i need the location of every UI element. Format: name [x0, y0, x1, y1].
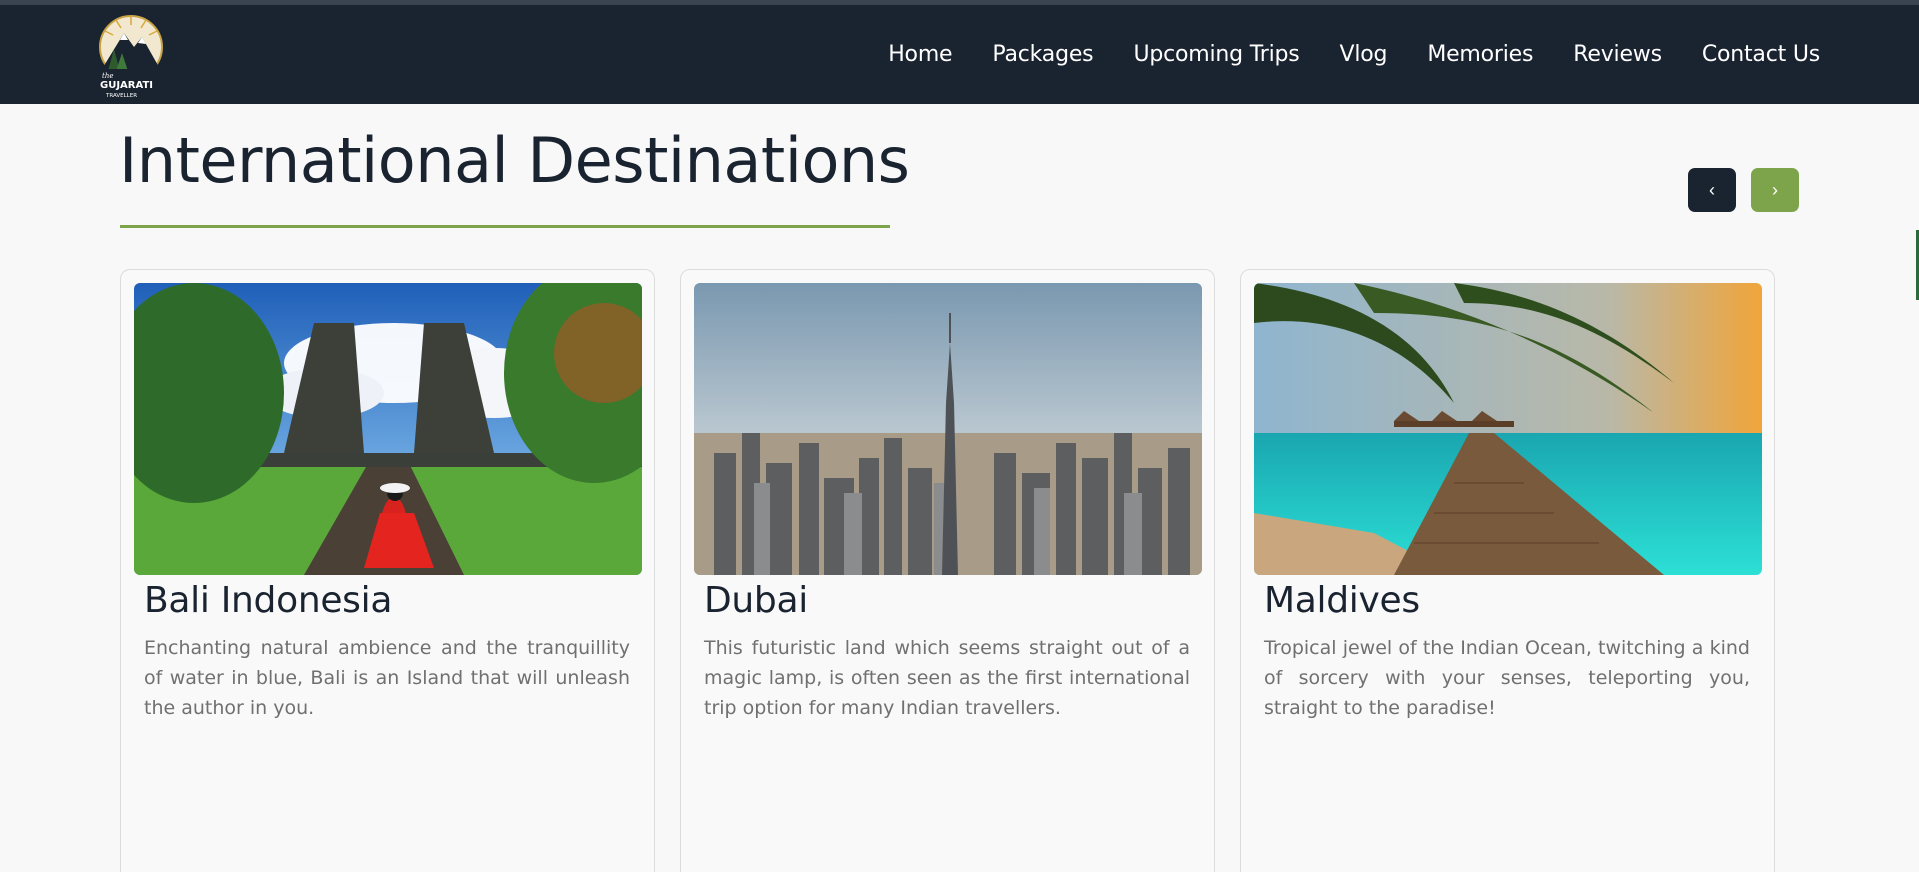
logo-word-gujarati: GUJARATI: [100, 80, 153, 91]
chevron-left-icon: ‹: [1709, 179, 1715, 200]
card-description: Enchanting natural ambience and the tran…: [144, 637, 630, 719]
destination-card-bali[interactable]: Bali Indonesia Enchanting natural ambien…: [120, 269, 655, 872]
dubai-image[interactable]: [694, 283, 1202, 575]
section-title: International Destinations: [119, 124, 910, 197]
chevron-right-icon: ›: [1772, 179, 1778, 200]
card-description: Tropical jewel of the Indian Ocean, twit…: [1264, 637, 1750, 719]
logo-emblem-icon: the GUJARATI TRAVELLER: [98, 15, 164, 99]
card-title: Dubai: [704, 580, 808, 621]
nav-memories[interactable]: Memories: [1427, 42, 1533, 67]
nav-packages[interactable]: Packages: [992, 42, 1093, 67]
maldives-image[interactable]: [1254, 283, 1762, 575]
nav-home[interactable]: Home: [888, 42, 952, 67]
nav-contact-us[interactable]: Contact Us: [1702, 42, 1820, 67]
brand-logo[interactable]: the GUJARATI TRAVELLER: [98, 11, 164, 99]
card-title: Bali Indonesia: [144, 580, 393, 621]
bali-image[interactable]: [134, 283, 642, 575]
destination-card-maldives[interactable]: Maldives Tropical jewel of the Indian Oc…: [1240, 269, 1775, 872]
main-nav: Home Packages Upcoming Trips Vlog Memori…: [888, 5, 1820, 104]
card-description: This futuristic land which seems straigh…: [704, 637, 1190, 719]
logo-word-traveller: TRAVELLER: [105, 93, 137, 99]
carousel-prev-button[interactable]: ‹: [1688, 168, 1736, 212]
carousel-next-button[interactable]: ›: [1751, 168, 1799, 212]
nav-vlog[interactable]: Vlog: [1340, 42, 1388, 67]
logo-word-the: the: [102, 72, 113, 80]
navbar: the GUJARATI TRAVELLER Home Packages Upc…: [0, 5, 1919, 104]
nav-reviews[interactable]: Reviews: [1573, 42, 1662, 67]
destination-card-dubai[interactable]: Dubai This futuristic land which seems s…: [680, 269, 1215, 872]
title-underline: [120, 225, 890, 228]
card-title: Maldives: [1264, 580, 1420, 621]
nav-upcoming-trips[interactable]: Upcoming Trips: [1133, 42, 1299, 67]
